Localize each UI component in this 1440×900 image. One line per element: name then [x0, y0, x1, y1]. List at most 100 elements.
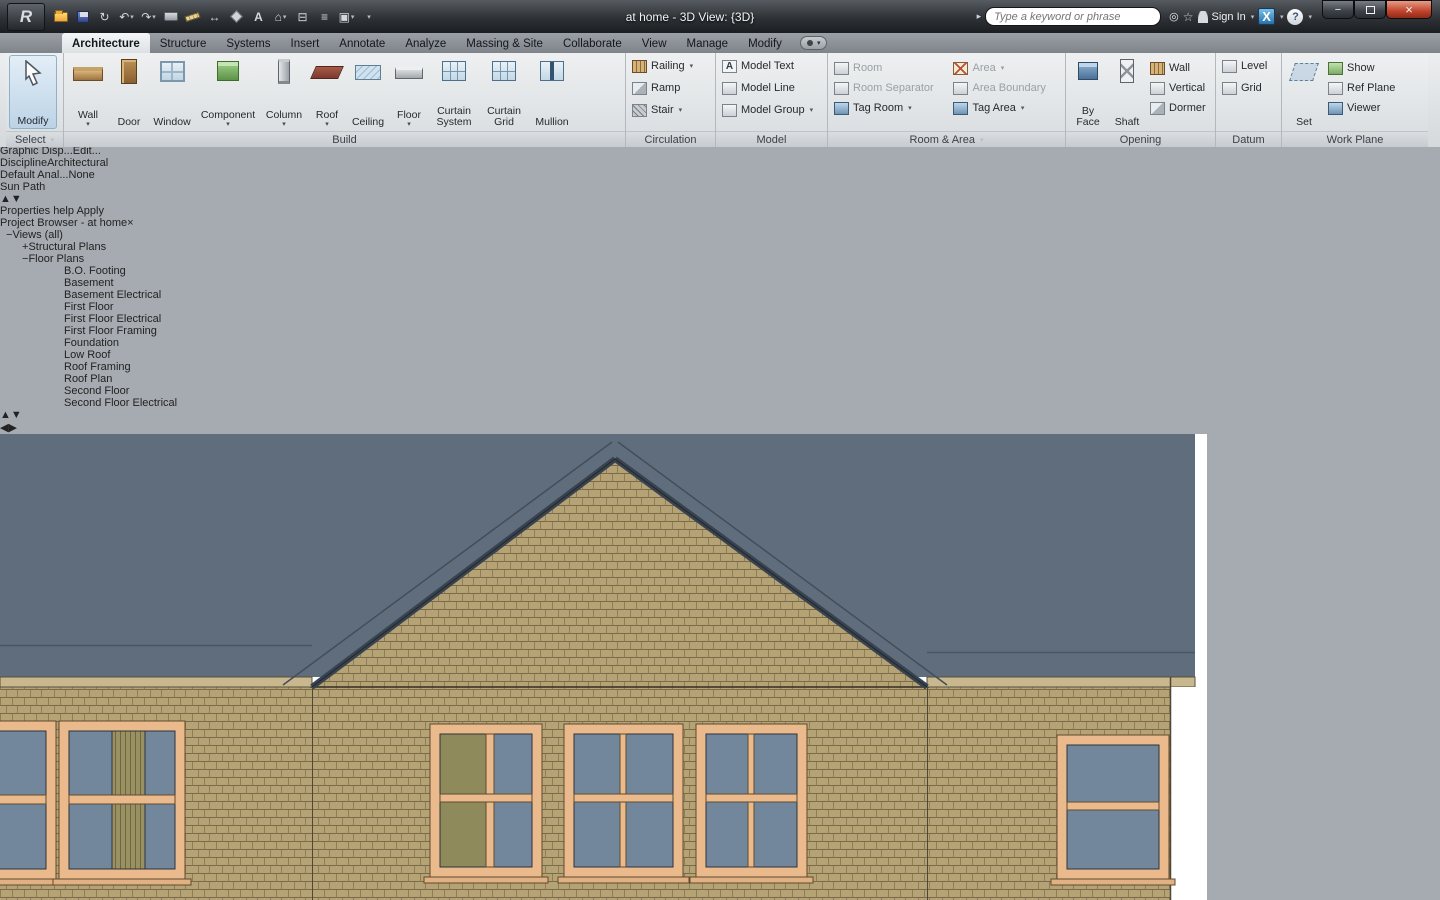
tree-item-foundation[interactable]: Foundation — [0, 337, 1440, 349]
measure-icon[interactable] — [182, 7, 203, 26]
area-tool[interactable]: Area ▾ — [950, 58, 1062, 78]
favorites-icon[interactable]: ☆ — [1183, 10, 1194, 24]
level-tool[interactable]: Level — [1219, 56, 1278, 76]
panel-label-work-plane[interactable]: Work Plane — [1282, 131, 1428, 147]
undo-icon[interactable]: ↶ ▾ — [116, 7, 137, 26]
curtain-system-tool[interactable]: Curtain System — [429, 55, 479, 129]
3d-view-canvas[interactable] — [0, 434, 1207, 900]
area-boundary-tool[interactable]: Area Boundary — [950, 78, 1062, 98]
tree-item-roof-plan[interactable]: Roof Plan — [0, 373, 1440, 385]
close-button[interactable]: × — [1386, 0, 1432, 19]
show-work-plane-tool[interactable]: Show — [1325, 58, 1417, 78]
room-tool[interactable]: Room — [831, 58, 948, 78]
model-group-tool[interactable]: Model Group ▾ — [719, 100, 824, 120]
tree-item-first-floor-electrical[interactable]: First Floor Electrical — [0, 313, 1440, 325]
window-tool[interactable]: Window — [149, 55, 195, 129]
sync-icon[interactable]: ↻ — [94, 7, 115, 26]
viewer-tool[interactable]: Viewer — [1325, 98, 1417, 118]
panel-label-circulation[interactable]: Circulation — [626, 131, 715, 147]
minimize-button[interactable]: − — [1322, 0, 1354, 19]
window[interactable] — [689, 723, 814, 884]
sign-in-button[interactable]: Sign In — [1212, 11, 1246, 23]
customize-qat-icon[interactable]: ▾ — [358, 7, 379, 26]
save-icon[interactable] — [72, 7, 93, 26]
tree-item-first-floor[interactable]: First Floor — [0, 301, 1440, 313]
tree-item-structural-plans[interactable]: +Structural Plans — [0, 241, 1440, 253]
tab-analyze[interactable]: Analyze — [395, 33, 456, 53]
grid-tool[interactable]: Grid — [1219, 78, 1278, 98]
tab-modify[interactable]: Modify — [738, 33, 792, 53]
tab-systems[interactable]: Systems — [216, 33, 280, 53]
exchange-dropdown-icon[interactable]: ▾ — [1280, 13, 1284, 21]
tree-item-basement[interactable]: Basement — [0, 277, 1440, 289]
shaft-tool[interactable]: Shaft — [1109, 55, 1145, 129]
tag-room-tool[interactable]: Tag Room ▾ — [831, 98, 948, 118]
help-icon[interactable]: ? — [1287, 8, 1304, 25]
search-input[interactable] — [985, 7, 1162, 26]
tab-insert[interactable]: Insert — [281, 33, 330, 53]
tab-structure[interactable]: Structure — [150, 33, 217, 53]
panel-label-select[interactable]: Select ▾ — [6, 131, 63, 147]
panel-label-model[interactable]: Model — [716, 131, 827, 147]
tag-area-tool[interactable]: Tag Area ▾ — [950, 98, 1062, 118]
tree-item-basement-electrical[interactable]: Basement Electrical — [0, 289, 1440, 301]
discipline-value[interactable]: Architectural — [47, 157, 108, 169]
window[interactable] — [1050, 734, 1176, 886]
roof-tool[interactable]: Roof ▾ — [309, 55, 345, 129]
door-tool[interactable]: Door — [111, 55, 147, 129]
switch-windows-icon[interactable]: ▣ ▾ — [336, 7, 357, 26]
mullion-tool[interactable]: Mullion — [529, 55, 575, 129]
tree-item-first-floor-framing[interactable]: First Floor Framing — [0, 325, 1440, 337]
browser-horizontal-scrollbar[interactable]: ◀▶ — [0, 421, 1440, 434]
ramp-tool[interactable]: Ramp — [629, 78, 712, 98]
set-work-plane-tool[interactable]: Set — [1285, 55, 1323, 129]
room-separator-tool[interactable]: Room Separator — [831, 78, 948, 98]
modify-button[interactable]: Modify — [9, 55, 57, 129]
wall-opening-tool[interactable]: Wall — [1147, 58, 1211, 78]
properties-help-link[interactable]: Properties help — [0, 205, 74, 217]
railing-tool[interactable]: Railing ▾ — [629, 56, 712, 76]
application-menu-button[interactable]: R — [7, 2, 45, 31]
default-analysis-value[interactable]: None — [69, 169, 95, 181]
panel-label-datum[interactable]: Datum — [1216, 131, 1281, 147]
section-icon[interactable]: ⊟ — [292, 7, 313, 26]
window[interactable] — [557, 723, 690, 884]
curtain-grid-tool[interactable]: Curtain Grid — [481, 55, 527, 129]
component-tool[interactable]: Component ▾ — [197, 55, 259, 129]
tab-massing-site[interactable]: Massing & Site — [456, 33, 553, 53]
panel-label-opening[interactable]: Opening — [1066, 131, 1215, 147]
browser-vertical-scrollbar[interactable]: ▲▼ — [0, 409, 1440, 421]
help-dropdown-icon[interactable]: ▾ — [1308, 13, 1312, 21]
infocenter-collapse-icon[interactable]: ▸ — [977, 11, 982, 22]
text-icon[interactable]: A — [248, 7, 269, 26]
stair-tool[interactable]: Stair ▾ — [629, 100, 712, 120]
floor-tool[interactable]: Floor ▾ — [391, 55, 427, 129]
exchange-apps-icon[interactable]: X — [1258, 8, 1275, 25]
open-icon[interactable] — [50, 7, 71, 26]
tree-item-low-roof[interactable]: Low Roof — [0, 349, 1440, 361]
drawing-area[interactable]: − × NT FRONT × ◉ ⊕ ⌂ ▾ ▲ ▼ 1/8" = 1'-0" … — [0, 434, 1440, 900]
column-tool[interactable]: Column ▾ — [261, 55, 307, 129]
vertical-opening-tool[interactable]: Vertical — [1147, 78, 1211, 98]
tree-item-bo-footing[interactable]: B.O. Footing — [0, 265, 1440, 277]
tab-architecture[interactable]: Architecture — [62, 33, 150, 53]
tree-item-views-all[interactable]: −Views (all) — [0, 229, 1440, 241]
properties-scrollbar[interactable]: ▲▼ — [0, 193, 1440, 205]
window[interactable] — [423, 723, 549, 884]
by-face-tool[interactable]: By Face — [1069, 55, 1107, 129]
communication-center-icon[interactable]: ◎ — [1169, 10, 1179, 23]
model-text-tool[interactable]: A Model Text — [719, 56, 824, 76]
dormer-tool[interactable]: Dormer — [1147, 98, 1211, 118]
tree-item-second-floor[interactable]: Second Floor — [0, 385, 1440, 397]
tree-item-second-floor-electrical[interactable]: Second Floor Electrical — [0, 397, 1440, 409]
close-icon[interactable]: × — [127, 217, 133, 229]
ribbon-cycle-button[interactable]: ▾ — [799, 36, 828, 50]
panel-label-build[interactable]: Build — [64, 131, 625, 147]
tab-collaborate[interactable]: Collaborate — [553, 33, 632, 53]
default-3d-view-icon[interactable]: ⌂ ▾ — [270, 7, 291, 26]
tab-view[interactable]: View — [632, 33, 677, 53]
tab-manage[interactable]: Manage — [677, 33, 739, 53]
tab-annotate[interactable]: Annotate — [329, 33, 395, 53]
window[interactable] — [0, 720, 63, 886]
project-browser-header[interactable]: Project Browser - at home× — [0, 217, 1440, 229]
